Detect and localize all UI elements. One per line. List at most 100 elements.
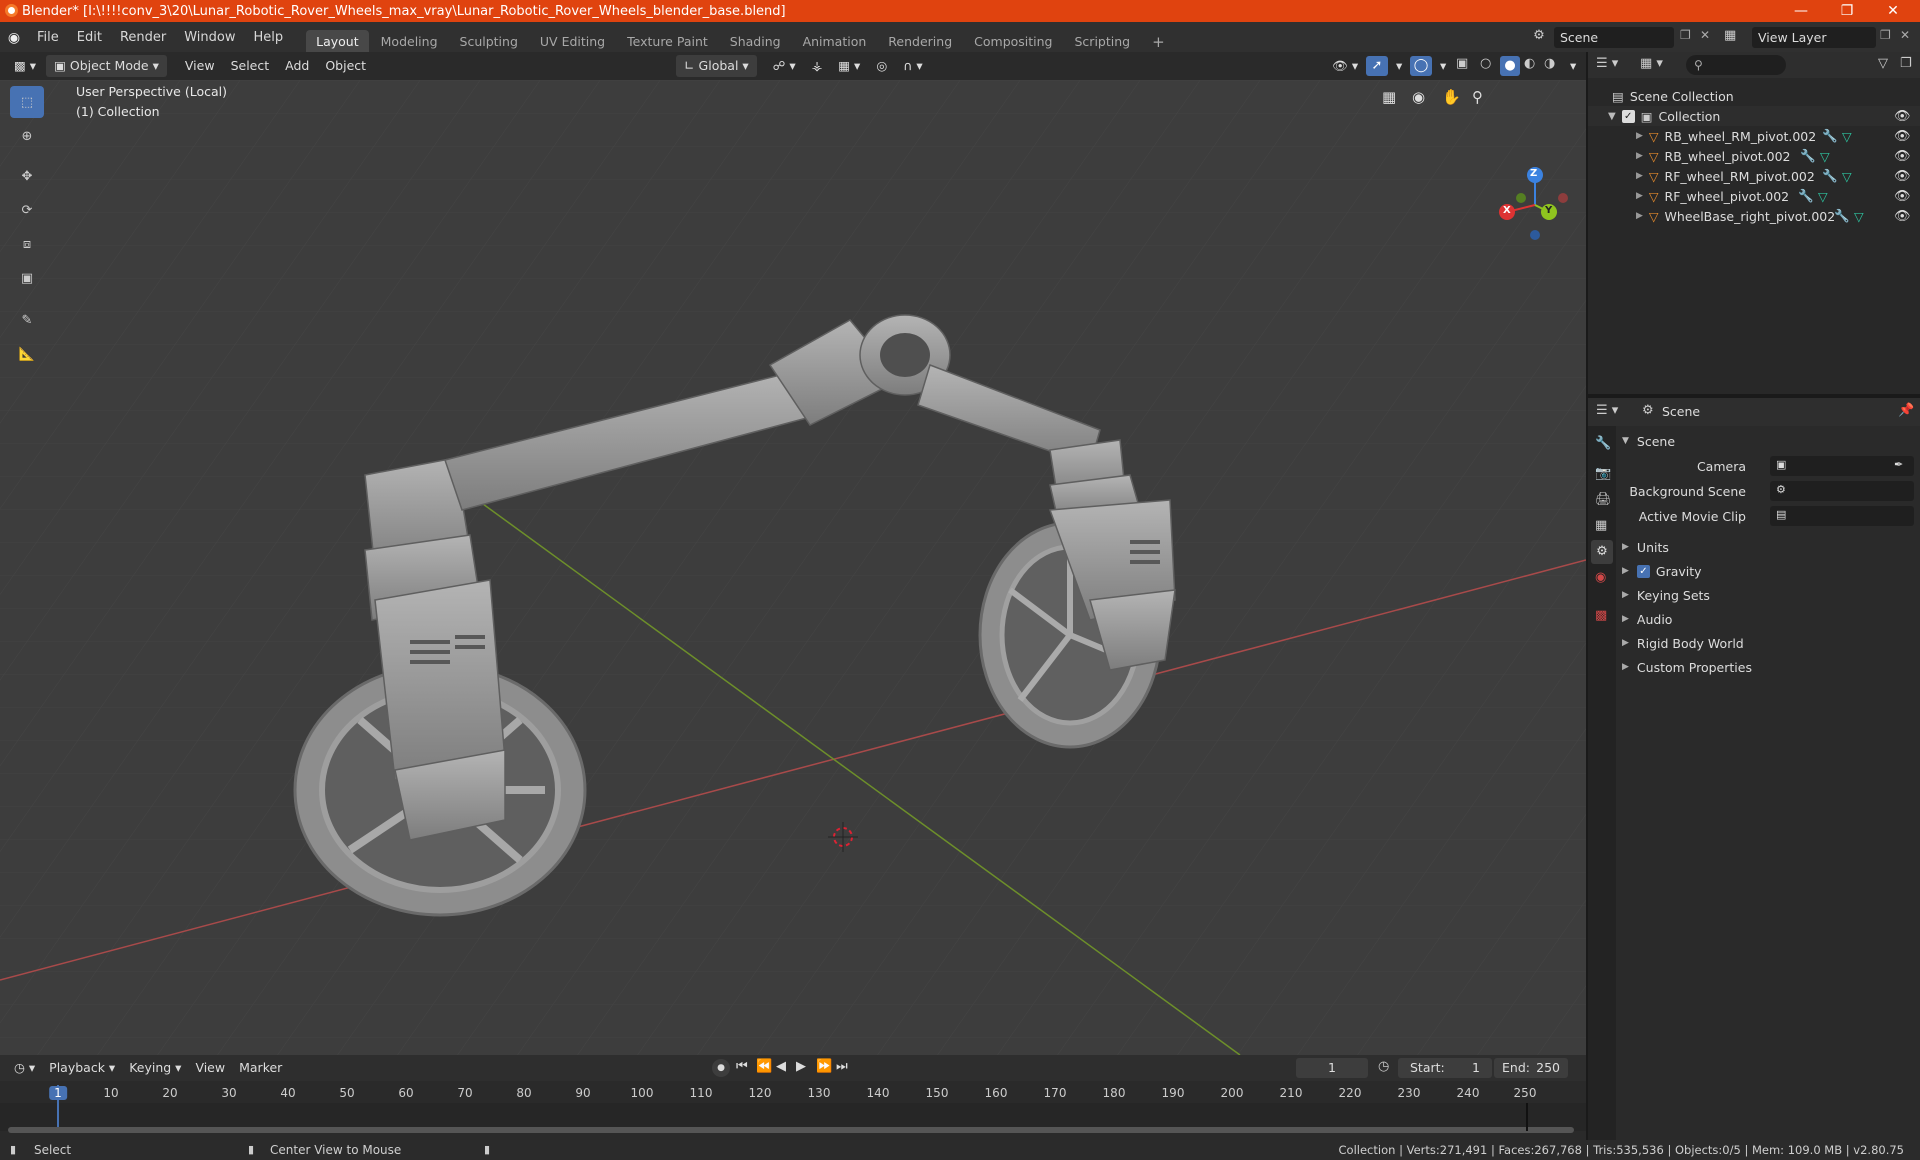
audio-section[interactable]: ▶ Audio: [1618, 608, 1914, 630]
record-icon[interactable]: ●: [712, 1059, 730, 1077]
visibility-icon[interactable]: 👁 ▾: [1326, 55, 1364, 77]
expand-arrow-icon[interactable]: ▶: [1622, 614, 1629, 624]
outliner-object-row[interactable]: ▶ ▽ WheelBase_right_pivot.002 🔧 ▽ 👁: [1588, 206, 1920, 226]
mesh-data-icon[interactable]: ▽: [1820, 149, 1830, 164]
texture-tab-icon[interactable]: ▩: [1595, 608, 1607, 623]
mesh-data-icon[interactable]: ▽: [1842, 169, 1852, 184]
eyedropper-icon[interactable]: ✒: [1894, 458, 1903, 471]
menu-keying[interactable]: Keying ▾: [123, 1057, 187, 1079]
snap-icon[interactable]: ⚶: [806, 55, 829, 77]
scene-tab-icon[interactable]: ⚙: [1591, 540, 1613, 564]
eye-icon[interactable]: 👁: [1894, 129, 1911, 144]
outliner-scene-collection[interactable]: ▤ Scene Collection: [1588, 86, 1920, 106]
xray-icon[interactable]: ▣: [1456, 56, 1468, 71]
mesh-data-icon[interactable]: ▽: [1818, 189, 1828, 204]
expand-arrow-icon[interactable]: ▼: [1608, 111, 1616, 122]
gizmo-toggle-icon[interactable]: ➚: [1366, 56, 1388, 76]
scale-icon[interactable]: ⧈: [10, 228, 44, 260]
scene-selector[interactable]: Scene: [1554, 27, 1674, 48]
menu-edit[interactable]: Edit: [68, 22, 111, 54]
modifier-icon[interactable]: 🔧: [1822, 128, 1838, 144]
snap-target-icon[interactable]: ▦ ▾: [832, 55, 866, 77]
expand-arrow-icon[interactable]: ▶: [1636, 131, 1643, 141]
delete-view-layer-icon[interactable]: ✕: [1900, 28, 1910, 42]
transform-icon[interactable]: ▣: [10, 262, 44, 294]
overlay-dropdown-icon[interactable]: ▾: [1434, 55, 1452, 77]
eye-icon[interactable]: 👁: [1894, 149, 1911, 164]
custom-properties-section[interactable]: ▶ Custom Properties: [1618, 656, 1914, 678]
measure-icon[interactable]: 📐: [10, 338, 44, 370]
menu-render[interactable]: Render: [111, 22, 175, 54]
wireframe-shading-icon[interactable]: ○: [1480, 56, 1491, 71]
display-mode-icon[interactable]: ▦ ▾: [1640, 56, 1663, 71]
view-layer-tab-icon[interactable]: ▦: [1595, 518, 1607, 533]
keying-sets-section[interactable]: ▶ Keying Sets: [1618, 584, 1914, 606]
tab-scripting[interactable]: Scripting: [1065, 30, 1141, 54]
mesh-data-icon[interactable]: ▽: [1854, 209, 1864, 224]
move-icon[interactable]: ✥: [10, 160, 44, 192]
menu-select[interactable]: Select: [225, 55, 276, 77]
play-icon[interactable]: ▶: [796, 1059, 806, 1074]
zoom-icon[interactable]: ⚲: [1472, 88, 1483, 106]
outliner-editor-icon[interactable]: ☰ ▾: [1596, 56, 1618, 71]
expand-arrow-icon[interactable]: ▶: [1636, 171, 1643, 181]
new-collection-icon[interactable]: ❐: [1900, 56, 1912, 71]
proportional-edit-icon[interactable]: ◎: [870, 55, 893, 77]
view-layer-selector[interactable]: View Layer: [1752, 27, 1876, 48]
expand-arrow-icon[interactable]: ▶: [1622, 638, 1629, 648]
background-scene-field[interactable]: ⚙: [1770, 481, 1914, 501]
filter-icon[interactable]: ▽: [1878, 56, 1888, 71]
outliner-object-row[interactable]: ▶ ▽ RF_wheel_pivot.002 🔧 ▽ 👁: [1588, 186, 1920, 206]
camera-field[interactable]: ▣ ✒: [1770, 456, 1914, 476]
expand-arrow-icon[interactable]: ▶: [1622, 662, 1629, 672]
shading-dropdown-icon[interactable]: ▾: [1564, 55, 1582, 77]
outliner-object-row[interactable]: ▶ ▽ RB_wheel_pivot.002 🔧 ▽ 👁: [1588, 146, 1920, 166]
outliner-collection[interactable]: ▼ ✓ ▣ Collection 👁: [1588, 106, 1920, 126]
new-view-layer-icon[interactable]: ❐: [1880, 28, 1891, 42]
jump-end-icon[interactable]: ⏭: [836, 1059, 848, 1074]
preview-range-icon[interactable]: ◷: [1378, 1059, 1389, 1074]
gravity-section[interactable]: ▶ ✓ Gravity: [1618, 560, 1914, 582]
menu-window[interactable]: Window: [175, 22, 244, 54]
eye-icon[interactable]: 👁: [1894, 109, 1911, 124]
tab-texture-paint[interactable]: Texture Paint: [617, 30, 718, 54]
start-frame-field[interactable]: Start: 1: [1398, 1058, 1492, 1078]
new-scene-icon[interactable]: ❐: [1680, 28, 1691, 42]
cursor-icon[interactable]: ⊕: [10, 120, 44, 152]
ruler-frame-current[interactable]: 1: [49, 1086, 67, 1100]
menu-add[interactable]: Add: [279, 55, 315, 77]
modifier-icon[interactable]: 🔧: [1834, 208, 1850, 224]
expand-arrow-icon[interactable]: ▼: [1622, 436, 1629, 446]
expand-arrow-icon[interactable]: ▶: [1622, 566, 1629, 576]
3d-viewport[interactable]: Z X Y User Perspective (Local) (1) Colle…: [0, 80, 1586, 1055]
tab-animation[interactable]: Animation: [793, 30, 877, 54]
jump-start-icon[interactable]: ⏮: [736, 1059, 748, 1074]
gizmo-dropdown-icon[interactable]: ▾: [1390, 55, 1408, 77]
pivot-icon[interactable]: ☍ ▾: [767, 55, 802, 77]
gravity-checkbox[interactable]: ✓: [1636, 564, 1650, 578]
blender-menu-icon[interactable]: ◉: [0, 30, 28, 46]
select-box-icon[interactable]: ⬚: [10, 86, 44, 118]
rendered-shading-icon[interactable]: ◑: [1544, 56, 1555, 71]
restore-icon[interactable]: ❐: [1824, 0, 1870, 22]
menu-view[interactable]: View: [189, 1057, 231, 1079]
eye-icon[interactable]: 👁: [1894, 189, 1911, 204]
annotate-icon[interactable]: ✎: [10, 304, 44, 336]
prev-keyframe-icon[interactable]: ⏪: [756, 1059, 772, 1074]
menu-view[interactable]: View: [179, 55, 221, 77]
expand-arrow-icon[interactable]: ▶: [1636, 191, 1643, 201]
solid-shading-icon[interactable]: ●: [1500, 56, 1520, 76]
editor-type-icon[interactable]: ▩ ▾: [8, 55, 42, 77]
outliner-object-row[interactable]: ▶ ▽ RF_wheel_RM_pivot.002 🔧 ▽ 👁: [1588, 166, 1920, 186]
minimize-icon[interactable]: —: [1778, 0, 1824, 22]
rotate-icon[interactable]: ⟳: [10, 194, 44, 226]
next-keyframe-icon[interactable]: ⏩: [816, 1059, 832, 1074]
tab-uv-editing[interactable]: UV Editing: [530, 30, 615, 54]
hand-icon[interactable]: ✋: [1442, 88, 1461, 106]
add-workspace-button[interactable]: +: [1142, 30, 1175, 54]
modifier-icon[interactable]: 🔧: [1800, 148, 1816, 164]
end-frame-field[interactable]: End: 250: [1494, 1058, 1568, 1078]
falloff-icon[interactable]: ∩ ▾: [897, 55, 928, 77]
eye-icon[interactable]: 👁: [1894, 209, 1911, 224]
grid-icon[interactable]: ▦: [1382, 88, 1396, 106]
